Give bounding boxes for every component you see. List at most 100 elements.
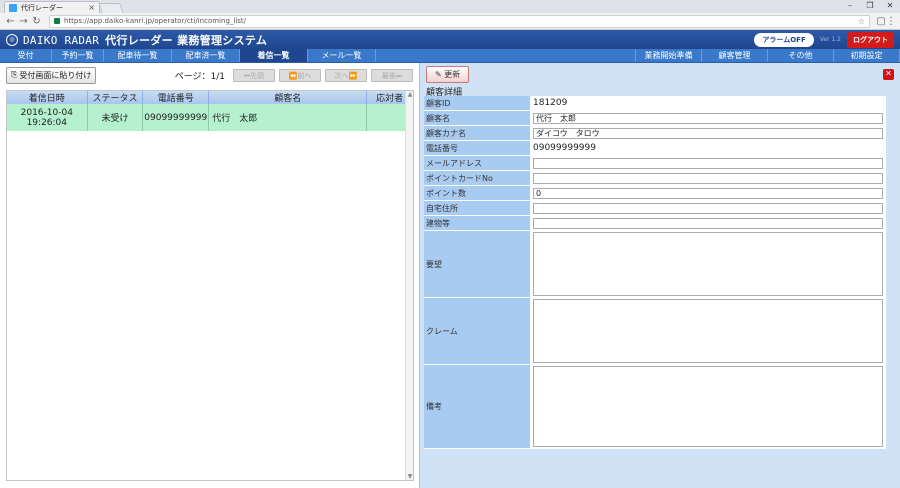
- page-indicator: ページ：1/1: [174, 71, 225, 82]
- email-input[interactable]: [533, 157, 883, 169]
- nav-item-reservations[interactable]: 予約一覧: [52, 49, 104, 62]
- points-input[interactable]: 0: [533, 187, 883, 199]
- request-textarea[interactable]: [533, 232, 883, 296]
- value-phone: 09099999999: [530, 141, 886, 155]
- cell-phone: 09099999999: [142, 104, 210, 131]
- close-tab-icon[interactable]: ×: [88, 3, 95, 12]
- logout-button[interactable]: ログアウト: [847, 31, 894, 48]
- label-building: 建物等: [424, 216, 530, 230]
- cell-datetime: 2016-10-04 19:26:04: [7, 104, 88, 131]
- cell-date: 2016-10-04: [20, 107, 73, 118]
- url-text: https://app.daiko-kanri.jp/operator/cti/…: [64, 17, 247, 25]
- app-header: ◎ DAIKO RADAR 代行レーダー 業務管理システム アラームOFF Ver…: [0, 30, 900, 49]
- first-page-button[interactable]: ⏮先頭: [233, 68, 275, 82]
- update-button[interactable]: ✎ 更新: [426, 66, 470, 83]
- row-customer-id: 顧客ID 181209: [424, 96, 886, 111]
- row-phone: 電話番号 09099999999: [424, 141, 886, 156]
- reload-icon[interactable]: ↻: [30, 16, 43, 27]
- detail-title: 顧客詳細: [420, 82, 900, 98]
- nav-item-incoming[interactable]: 着信一覧: [240, 49, 308, 62]
- prev-page-button[interactable]: ⏪前へ: [279, 68, 321, 82]
- address-input[interactable]: [533, 202, 883, 214]
- paste-to-reception-button[interactable]: ⎘ 受付画面に貼り付け: [6, 66, 97, 84]
- nav-item-dispatched[interactable]: 配車済一覧: [172, 49, 240, 62]
- label-point-card: ポイントカードNo: [424, 171, 530, 185]
- cell-name: 代行 太郎: [208, 104, 368, 131]
- nav-item-mail[interactable]: メール一覧: [308, 49, 376, 62]
- browser-tabstrip: 代行レーダー × – ❐ ✕: [0, 0, 900, 13]
- close-detail-icon[interactable]: ✕: [883, 69, 894, 80]
- forward-icon[interactable]: →: [17, 16, 30, 27]
- customer-detail-panel: ✎ 更新 ✕ 顧客詳細 顧客ID 181209 顧客名 代行 太郎 顧客カナ名 …: [420, 63, 900, 488]
- customer-name-input[interactable]: 代行 太郎: [533, 112, 883, 124]
- alarm-toggle-button[interactable]: アラームOFF: [754, 32, 814, 47]
- building-input[interactable]: [533, 217, 883, 229]
- customer-kana-input[interactable]: ダイコウ タロウ: [533, 127, 883, 139]
- back-icon[interactable]: ←: [4, 16, 17, 27]
- scroll-up-icon[interactable]: ▲: [406, 91, 413, 98]
- col-header-date[interactable]: 着信日時: [7, 91, 88, 104]
- note-textarea[interactable]: [533, 366, 883, 447]
- claim-textarea[interactable]: [533, 299, 883, 363]
- browser-menu-icon[interactable]: ⋮: [886, 16, 896, 27]
- nav-spacer: [376, 49, 636, 62]
- nav-item-reception[interactable]: 受付: [0, 49, 52, 62]
- minimize-icon[interactable]: –: [840, 0, 860, 13]
- table-header-row: 着信日時 ステータス 電話番号 顧客名 応対者: [7, 91, 413, 104]
- row-point-card: ポイントカードNo: [424, 171, 886, 186]
- nav-item-other[interactable]: その他: [768, 49, 834, 62]
- url-field[interactable]: https://app.daiko-kanri.jp/operator/cti/…: [49, 14, 870, 28]
- close-window-icon[interactable]: ✕: [880, 0, 900, 13]
- row-request: 要望: [424, 231, 886, 298]
- extension-icon[interactable]: ▢: [876, 16, 886, 27]
- update-label: 更新: [444, 70, 461, 79]
- row-customer-name: 顧客名 代行 太郎: [424, 111, 886, 126]
- label-claim: クレーム: [424, 298, 530, 364]
- paste-button-label: 受付画面に貼り付け: [19, 70, 92, 80]
- browser-tab[interactable]: 代行レーダー ×: [4, 1, 100, 13]
- cell-time: 19:26:04: [26, 117, 67, 128]
- new-tab-button[interactable]: [98, 3, 124, 13]
- col-header-phone[interactable]: 電話番号: [142, 91, 210, 104]
- maximize-icon[interactable]: ❐: [860, 0, 880, 13]
- incoming-table: 着信日時 ステータス 電話番号 顧客名 応対者 2016-10-04 19:26:…: [7, 91, 413, 131]
- browser-tab-title: 代行レーダー: [21, 3, 63, 12]
- label-phone: 電話番号: [424, 141, 530, 155]
- label-email: メールアドレス: [424, 156, 530, 170]
- row-email: メールアドレス: [424, 156, 886, 171]
- nav-item-settings[interactable]: 初期設定: [834, 49, 900, 62]
- customer-form: 顧客ID 181209 顧客名 代行 太郎 顧客カナ名 ダイコウ タロウ 電話番…: [424, 96, 886, 449]
- nav-item-business-prep[interactable]: 業務開始準備: [636, 49, 702, 62]
- paste-icon: ⎘: [11, 70, 18, 79]
- row-points: ポイント数 0: [424, 186, 886, 201]
- next-page-button[interactable]: 次へ⏩: [325, 68, 367, 82]
- brand-jp: 代行レーダー 業務管理システム: [105, 33, 268, 47]
- row-note: 備考: [424, 365, 886, 449]
- table-row[interactable]: 2016-10-04 19:26:04 未受け 09099999999 代行 太郎: [7, 104, 413, 131]
- label-customer-id: 顧客ID: [424, 96, 530, 110]
- point-card-input[interactable]: [533, 172, 883, 184]
- main-nav: 受付 予約一覧 配車待一覧 配車済一覧 着信一覧 メール一覧 業務開始準備 顧客…: [0, 49, 900, 63]
- lock-icon: [54, 18, 60, 24]
- cell-status: 未受け: [87, 104, 144, 131]
- last-page-button[interactable]: 最後⏭: [371, 68, 413, 82]
- label-address: 自宅住所: [424, 201, 530, 215]
- col-header-status[interactable]: ステータス: [87, 91, 144, 104]
- bookmark-star-icon[interactable]: ☆: [858, 17, 865, 26]
- scroll-down-icon[interactable]: ▼: [406, 473, 413, 480]
- window-controls: – ❐ ✕: [840, 0, 900, 13]
- nav-item-customer-mgmt[interactable]: 顧客管理: [702, 49, 768, 62]
- col-header-name[interactable]: 顧客名: [208, 91, 368, 104]
- row-building: 建物等: [424, 216, 886, 231]
- brand-title: DAIKO RADAR 代行レーダー 業務管理システム: [23, 32, 267, 48]
- nav-item-dispatch-waiting[interactable]: 配車待一覧: [104, 49, 172, 62]
- row-claim: クレーム: [424, 298, 886, 365]
- address-bar: ← → ↻ https://app.daiko-kanri.jp/operato…: [0, 13, 900, 30]
- list-scrollbar[interactable]: ▲ ▼: [405, 91, 413, 480]
- main-area: ⎘ 受付画面に貼り付け ページ：1/1 ⏮先頭 ⏪前へ 次へ⏩ 最後⏭ 着信日時…: [0, 63, 900, 488]
- list-toolbar: ⎘ 受付画面に貼り付け ページ：1/1 ⏮先頭 ⏪前へ 次へ⏩ 最後⏭: [0, 63, 419, 87]
- incoming-grid: 着信日時 ステータス 電話番号 顧客名 応対者 2016-10-04 19:26:…: [6, 90, 414, 481]
- detail-toolbar: ✎ 更新 ✕: [420, 63, 900, 83]
- label-points: ポイント数: [424, 186, 530, 200]
- favicon-icon: [9, 3, 17, 12]
